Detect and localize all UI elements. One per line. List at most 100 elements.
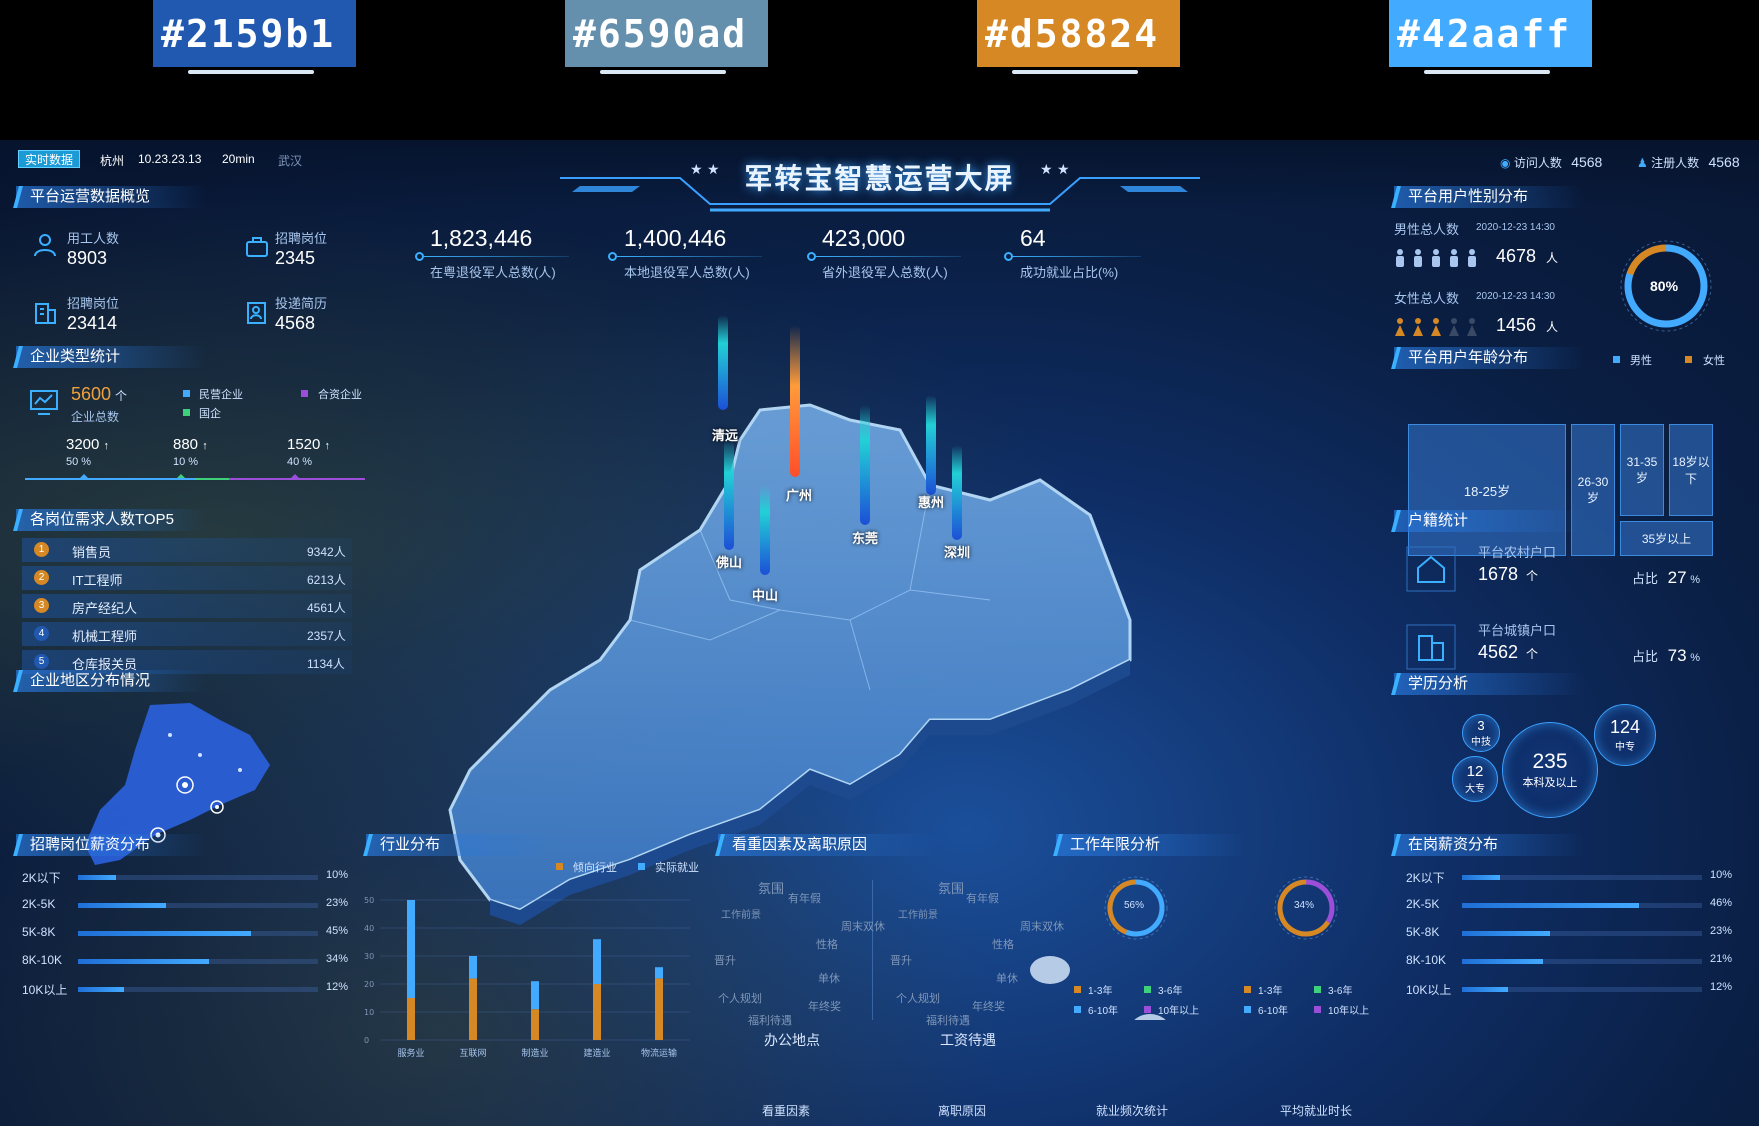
- edu-bubble-bachelor[interactable]: 235 本科及以上: [1502, 722, 1598, 818]
- legend-label: 6-10年: [1088, 1006, 1119, 1017]
- word-right: 单休: [996, 973, 1018, 985]
- y-tick-label: 30: [364, 952, 374, 961]
- bar-tendency[interactable]: [469, 978, 477, 1040]
- female-label: 女性总人数: [1394, 291, 1460, 306]
- kpi-label-outside: 省外退役军人总数(人): [822, 265, 948, 280]
- word-right: 年终奖: [972, 1001, 1005, 1013]
- visitors-stat: ◉ 访问人数 4568: [1500, 154, 1602, 171]
- kpi-value-employment: 64: [1020, 225, 1046, 251]
- bar-tendency[interactable]: [407, 998, 415, 1040]
- bar-actual[interactable]: [531, 981, 539, 1010]
- bar-actual[interactable]: [655, 967, 663, 979]
- job-name: 房产经纪人: [72, 601, 138, 616]
- word-right: 晋升: [890, 955, 912, 967]
- word-left: 工作前景: [721, 910, 761, 921]
- word-left: 有年假: [788, 893, 821, 905]
- pin-shenzhen[interactable]: [952, 445, 962, 540]
- age-block-over-35[interactable]: 35岁以上: [1620, 521, 1713, 556]
- legend-marker: [1144, 986, 1151, 993]
- legend-label: 3-6年: [1328, 986, 1353, 997]
- bar-tendency[interactable]: [531, 1009, 539, 1040]
- legend-private: 民营企业: [199, 389, 243, 401]
- y-tick-label: 50: [364, 896, 374, 905]
- edu-label: 本科及以上: [1522, 777, 1578, 789]
- male-person-icon: [1394, 248, 1406, 268]
- rank-badge: 2: [34, 570, 49, 585]
- salary-percent: 10%: [326, 869, 349, 881]
- registered-label: 注册人数: [1651, 156, 1700, 170]
- salary-bar-track: [1462, 903, 1702, 908]
- edu-bubble-college[interactable]: 12 大专: [1452, 756, 1498, 802]
- job-count: 4561人: [307, 601, 346, 615]
- job-count: 6213人: [307, 573, 346, 587]
- bar-actual[interactable]: [469, 956, 477, 979]
- salary-label: 2K以下: [1406, 871, 1445, 885]
- pin-huizhou[interactable]: [926, 395, 936, 495]
- enterprise-value-1: 3200 ↑: [66, 436, 110, 453]
- overview-value-1: 8903: [67, 248, 108, 268]
- legend-marker: [1314, 986, 1321, 993]
- city-label-qingyuan: 清远: [712, 428, 739, 443]
- section-title-work-years: 工作年限分析: [1056, 834, 1246, 856]
- age-block-18-25[interactable]: 18-25岁: [1408, 424, 1566, 556]
- industry-bar-chart[interactable]: 50 40 30 20 10 0 服务业 互联网 制造业 建造业 物流运输: [360, 880, 700, 1120]
- legend-label: 10年以上: [1158, 1006, 1200, 1017]
- salary-label: 10K以上: [1406, 983, 1452, 997]
- word-right: 有年假: [966, 893, 999, 905]
- factors-caption-right: 离职原因: [938, 1104, 987, 1118]
- overview-label-2: 招聘岗位: [275, 231, 328, 246]
- bar-actual[interactable]: [593, 939, 601, 984]
- bar-tendency[interactable]: [655, 978, 663, 1040]
- section-title-region: 企业地区分布情况: [16, 670, 206, 692]
- kpi-line: [1013, 256, 1141, 257]
- salary-percent: 23%: [1710, 925, 1733, 937]
- word-right: 氛围: [938, 881, 965, 896]
- legend-marker: [556, 863, 563, 870]
- job-name: IT工程师: [72, 573, 123, 588]
- city-label-huizhou: 惠州: [918, 495, 945, 510]
- section-title-industry: 行业分布: [366, 834, 556, 856]
- legend-joint: 合资企业: [318, 389, 362, 401]
- legend-marker: [1314, 1006, 1321, 1013]
- gender-ring-percent: 80%: [1650, 278, 1679, 294]
- visitors-value: 4568: [1571, 154, 1603, 170]
- dashboard: 实时数据 杭州 10.23.23.13 20min 武汉 ★ ★ ★ ★ 军转宝…: [0, 140, 1759, 1126]
- age-block-under-18[interactable]: 18岁以下: [1669, 424, 1713, 516]
- bar-actual[interactable]: [407, 900, 415, 998]
- overview-label-4: 投递简历: [275, 296, 328, 311]
- female-person-icon: [1448, 317, 1460, 337]
- legend-tendency: 倾向行业: [573, 862, 617, 874]
- user-icon: ♟: [1637, 156, 1648, 170]
- salary-bar-fill: [1462, 903, 1639, 908]
- age-block-26-30[interactable]: 26-30岁: [1571, 424, 1615, 556]
- legend-marker: [1685, 356, 1692, 363]
- rank-badge: 3: [34, 598, 49, 613]
- section-title-factors: 看重因素及离职原因: [718, 834, 938, 856]
- job-name: 机械工程师: [72, 629, 138, 644]
- word-right: 个人规划: [896, 993, 940, 1005]
- legend-marker: [1244, 986, 1251, 993]
- enterprise-total: 5600 个: [71, 384, 128, 404]
- edu-bubble-technical[interactable]: 3 中技: [1462, 714, 1500, 752]
- male-person-icon: [1466, 248, 1478, 268]
- registered-value: 4568: [1708, 154, 1740, 170]
- kpi-dot: [1004, 252, 1013, 261]
- rank-badge: 1: [34, 542, 49, 557]
- pin-guangzhou[interactable]: [790, 325, 800, 477]
- pin-foshan[interactable]: [724, 440, 734, 550]
- pin-zhongshan[interactable]: [760, 485, 770, 575]
- pin-qingyuan[interactable]: [718, 315, 728, 410]
- overview-value-4: 4568: [275, 313, 316, 333]
- age-block-31-35[interactable]: 31-35岁: [1620, 424, 1664, 516]
- word-right: 福利待遇: [926, 1015, 970, 1027]
- edu-bubble-secondary[interactable]: 124 中专: [1594, 704, 1656, 766]
- kpi-dot: [608, 252, 617, 261]
- salary-label: 2K-5K: [22, 897, 56, 911]
- female-date: 2020-12-23 14:30: [1476, 291, 1555, 302]
- pin-dongguan[interactable]: [860, 405, 870, 525]
- bar-tendency[interactable]: [593, 984, 601, 1040]
- word-left: 晋升: [714, 955, 736, 967]
- salary-percent: 46%: [1710, 897, 1733, 909]
- salary-label: 10K以上: [22, 983, 68, 997]
- user-icon: [34, 234, 56, 257]
